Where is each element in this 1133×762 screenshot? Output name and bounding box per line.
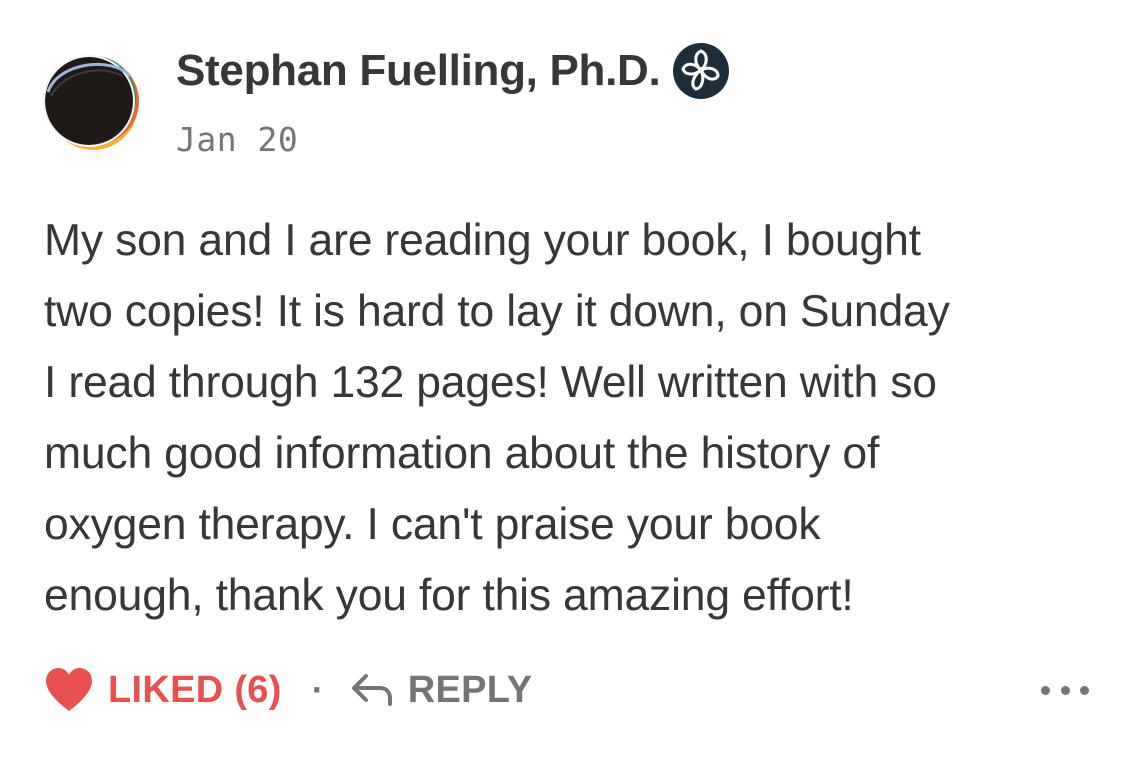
avatar[interactable] <box>42 54 140 152</box>
dot <box>1041 685 1050 695</box>
flower-badge-icon <box>672 42 730 100</box>
dot <box>1080 685 1089 695</box>
comment-body-line: two copies! It is hard to lay it down, o… <box>44 287 950 336</box>
more-dots-icon[interactable] <box>1041 680 1089 700</box>
action-separator: · <box>311 669 324 710</box>
comment-body-line: much good information about the history … <box>44 429 880 478</box>
avatar-image <box>43 55 139 150</box>
like-button[interactable]: LIKED (6) <box>44 667 282 713</box>
reply-button[interactable]: REPLY <box>350 669 533 712</box>
comment-body-line: enough, thank you for this amazing effor… <box>44 571 854 620</box>
reply-label: REPLY <box>407 668 533 711</box>
comment-body-line: I read through 132 pages! Well written w… <box>44 358 937 407</box>
reply-arrow-icon <box>350 672 394 708</box>
comment-body-line: oxygen therapy. I can't praise your book <box>44 500 821 549</box>
author-row: Stephan Fuelling, Ph.D. <box>176 40 730 102</box>
comment-header: Stephan Fuelling, Ph.D. Jan 20 <box>176 40 730 170</box>
comment-date[interactable]: Jan 20 <box>176 120 730 159</box>
dot <box>1060 685 1070 695</box>
comment-actions: LIKED (6) · REPLY <box>44 660 1089 720</box>
comment-card: Stephan Fuelling, Ph.D. Jan 20 My son an… <box>0 0 1133 762</box>
comment-body: My son and I are reading your book, I bo… <box>44 205 1114 631</box>
like-label: LIKED (6) <box>108 668 282 711</box>
comment-body-line: My son and I are reading your book, I bo… <box>44 216 921 265</box>
heart-icon <box>44 667 94 713</box>
author-name[interactable]: Stephan Fuelling, Ph.D. <box>176 46 661 96</box>
